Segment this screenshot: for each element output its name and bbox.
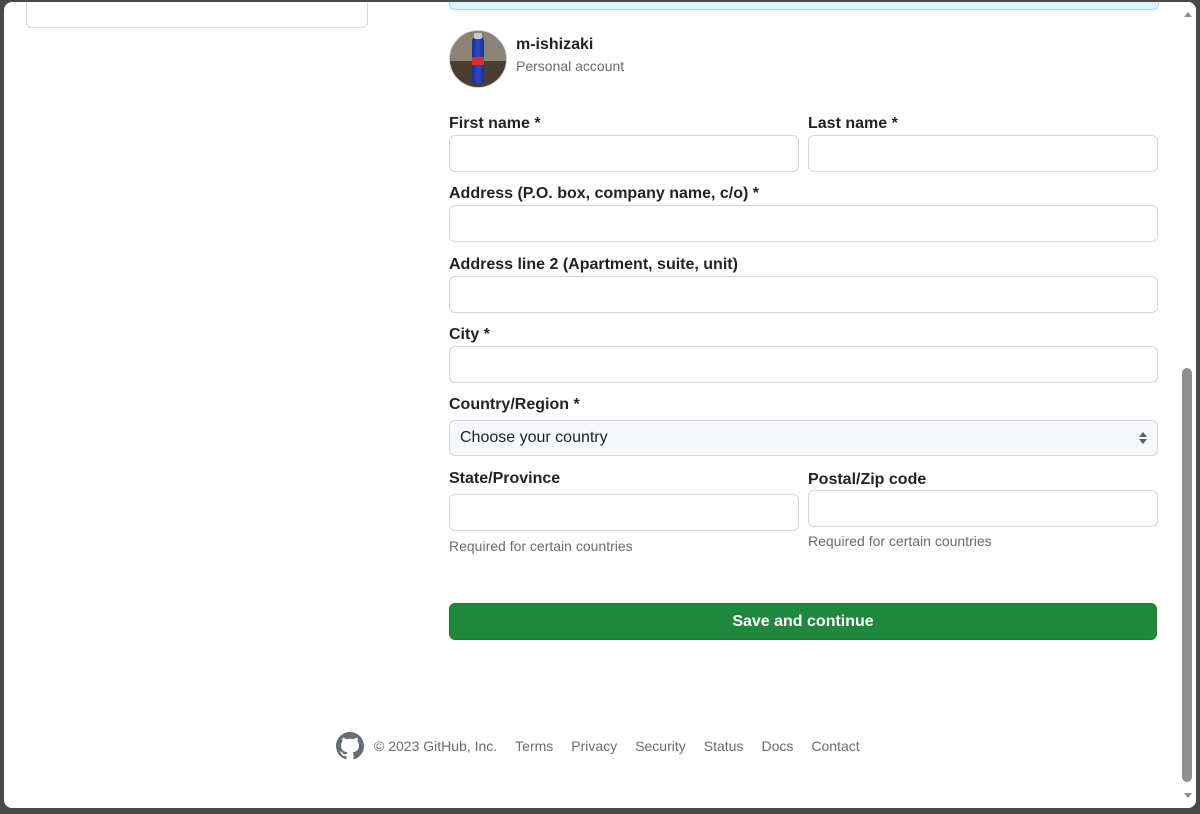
address-line2-label: Address line 2 (Apartment, suite, unit) [449, 256, 738, 273]
first-name-input[interactable] [449, 135, 799, 172]
sidebar-card [26, 2, 368, 28]
avatar [449, 30, 507, 88]
footer-link-privacy[interactable]: Privacy [571, 738, 617, 754]
scrollbar-thumb[interactable] [1182, 368, 1192, 782]
postal-hint: Required for certain countries [808, 533, 992, 549]
first-name-label: First name * [449, 115, 541, 132]
github-mark-icon[interactable] [336, 732, 364, 760]
country-selected-value: Choose your country [460, 429, 608, 446]
city-label: City * [449, 326, 490, 343]
footer-link-docs[interactable]: Docs [761, 738, 793, 754]
address-input[interactable] [449, 205, 1158, 242]
info-banner [449, 2, 1159, 10]
country-label: Country/Region * [449, 396, 580, 413]
footer-link-status[interactable]: Status [704, 738, 744, 754]
page-scrollbar[interactable] [1180, 2, 1196, 808]
select-arrows-icon [1139, 432, 1147, 444]
footer-link-security[interactable]: Security [635, 738, 686, 754]
browser-viewport: m-ishizaki Personal account First name *… [4, 2, 1196, 808]
footer: © 2023 GitHub, Inc. Terms Privacy Securi… [336, 732, 860, 760]
postal-label: Postal/Zip code [808, 471, 927, 488]
state-hint: Required for certain countries [449, 538, 633, 554]
save-and-continue-button[interactable]: Save and continue [449, 603, 1157, 640]
footer-link-contact[interactable]: Contact [811, 738, 859, 754]
last-name-label: Last name * [808, 115, 898, 132]
footer-link-terms[interactable]: Terms [515, 738, 553, 754]
postal-input[interactable] [808, 490, 1158, 527]
address-label: Address (P.O. box, company name, c/o) * [449, 185, 760, 202]
country-select[interactable]: Choose your country [449, 420, 1158, 456]
scroll-down-arrow-icon[interactable] [1183, 790, 1193, 800]
last-name-input[interactable] [808, 135, 1158, 172]
account-username: m-ishizaki [516, 36, 594, 53]
address-line2-input[interactable] [449, 276, 1158, 313]
account-type: Personal account [516, 58, 625, 74]
city-input[interactable] [449, 346, 1158, 383]
scroll-up-arrow-icon[interactable] [1183, 10, 1193, 20]
state-label: State/Province [449, 470, 561, 487]
state-input[interactable] [449, 494, 799, 531]
account-header: m-ishizaki Personal account [449, 30, 624, 88]
footer-copyright: © 2023 GitHub, Inc. [374, 738, 498, 754]
